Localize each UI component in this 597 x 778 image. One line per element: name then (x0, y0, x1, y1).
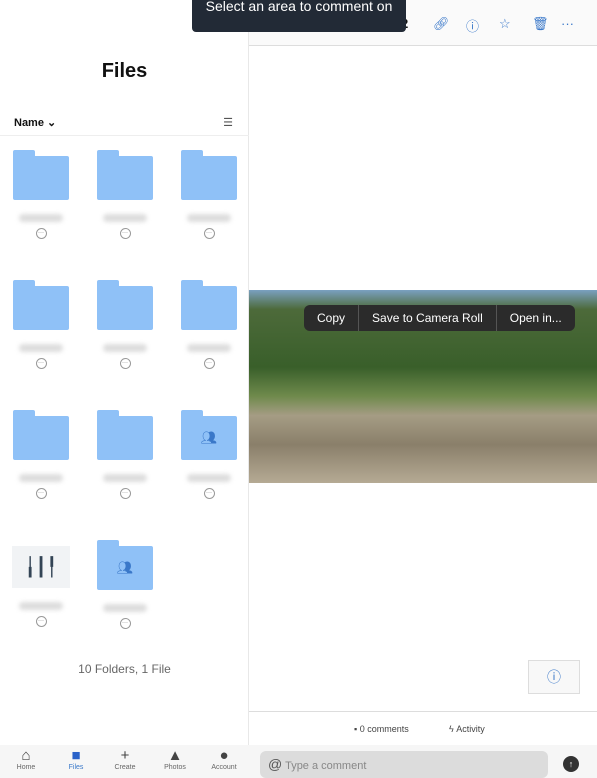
file-item-folder[interactable]: ··· (90, 410, 160, 499)
blurred-filename (19, 474, 63, 482)
blurred-filename (187, 344, 231, 352)
plus-icon: + (120, 747, 130, 764)
activity-link[interactable]: ϟ Activity (449, 724, 485, 734)
tab-home[interactable]: ⌂ Home (6, 747, 46, 771)
folder-icon (181, 280, 237, 330)
more-options-icon[interactable]: ··· (119, 228, 131, 239)
sort-bar: Name ⌄ ☰ (0, 112, 249, 136)
download-icon[interactable]: ⓘ (466, 16, 479, 35)
more-options-icon[interactable]: ··· (203, 228, 215, 239)
blurred-filename (19, 602, 63, 610)
shared-folder-icon: 👥︎ (97, 540, 153, 590)
home-icon: ⌂ (21, 747, 31, 764)
shared-folder-icon: 👥︎ (181, 410, 237, 460)
comment-input[interactable]: @ Type a comment (260, 751, 548, 778)
comments-label: 0 comments (359, 724, 409, 734)
more-options-icon[interactable]: ··· (119, 618, 131, 629)
trash-icon[interactable]: 🗑︎ (532, 16, 549, 32)
at-icon: @ (268, 756, 283, 772)
folder-icon (13, 280, 69, 330)
send-comment-button[interactable]: ↑ (563, 756, 579, 772)
account-icon: ● (219, 747, 229, 764)
blurred-filename (103, 604, 147, 612)
tooltip: Select an area to comment on (192, 0, 406, 32)
tab-files[interactable]: ■ Files (56, 747, 96, 771)
file-item-audio-file[interactable]: ╽┃╿ ··· (6, 546, 76, 627)
more-options-icon[interactable]: ··· (35, 358, 47, 369)
file-item-folder[interactable]: ··· (6, 150, 76, 239)
blurred-filename (19, 344, 63, 352)
more-options-icon[interactable]: ··· (35, 228, 47, 239)
tab-label: Photos (164, 764, 186, 771)
tab-label: Files (68, 764, 84, 771)
save-to-camera-roll-menu-item[interactable]: Save to Camera Roll (359, 305, 497, 331)
more-options-icon[interactable]: ··· (35, 616, 47, 627)
copy-menu-item[interactable]: Copy (304, 305, 360, 331)
link-icon[interactable]: 🔗︎ (433, 16, 450, 32)
file-browser-panel: Files Name ⌄ ☰ ··· ··· ··· ··· ··· ··· ··· ··· 👥… (0, 0, 249, 778)
more-options-icon[interactable]: ··· (203, 358, 215, 369)
comment-placeholder: Type a comment (285, 760, 367, 772)
more-options-icon[interactable]: ··· (203, 488, 215, 499)
tab-label: Home (16, 764, 36, 771)
more-options-icon[interactable]: ··· (35, 488, 47, 499)
folder-icon (97, 150, 153, 200)
activity-label: Activity (456, 724, 485, 734)
blurred-filename (103, 344, 147, 352)
more-icon[interactable]: ··· (561, 16, 574, 31)
file-item-folder[interactable]: ··· (90, 150, 160, 239)
sort-by-name-button[interactable]: Name ⌄ (14, 116, 56, 129)
page-title: Files (101, 60, 148, 82)
audio-file-icon: ╽┃╿ (12, 546, 70, 588)
blurred-filename (103, 474, 147, 482)
blurred-filename (19, 214, 63, 222)
comments-link[interactable]: ▪ 0 comments (354, 724, 409, 734)
tab-label: Create (114, 764, 136, 771)
list-view-icon[interactable]: ☰ (223, 116, 233, 129)
blurred-filename (103, 214, 147, 222)
star-icon[interactable]: ☆ (499, 16, 511, 32)
tab-account[interactable]: ● Account (204, 747, 244, 771)
folder-icon: ■ (71, 747, 81, 764)
info-button[interactable]: ⓘ (528, 660, 580, 694)
tab-label: Account (211, 764, 237, 771)
open-in-menu-item[interactable]: Open in... (497, 305, 575, 331)
file-item-folder[interactable]: ··· (90, 280, 160, 369)
file-item-folder[interactable]: ··· (6, 410, 76, 499)
file-item-folder[interactable]: ··· (6, 280, 76, 369)
folder-icon (97, 410, 153, 460)
more-options-icon[interactable]: ··· (119, 488, 131, 499)
more-options-icon[interactable]: ··· (119, 358, 131, 369)
tab-create[interactable]: + Create (105, 747, 145, 771)
folder-icon (13, 150, 69, 200)
preview-footer: ▪ 0 comments ϟ Activity (249, 711, 597, 745)
folder-icon (13, 410, 69, 460)
file-item-folder[interactable]: ··· (174, 150, 244, 239)
context-menu: Copy Save to Camera Roll Open in... (304, 305, 575, 331)
blurred-filename (187, 214, 231, 222)
item-count: 10 Folders, 1 File (78, 662, 171, 676)
file-item-shared-folder[interactable]: 👥︎ ··· (90, 540, 160, 629)
tab-photos[interactable]: ▲ Photos (155, 747, 195, 771)
folder-icon (181, 150, 237, 200)
photos-icon: ▲ (167, 747, 183, 764)
blurred-filename (187, 474, 231, 482)
folder-icon (97, 280, 153, 330)
file-item-folder[interactable]: ··· (174, 280, 244, 369)
file-item-shared-folder[interactable]: 👥︎ ··· (174, 410, 244, 499)
